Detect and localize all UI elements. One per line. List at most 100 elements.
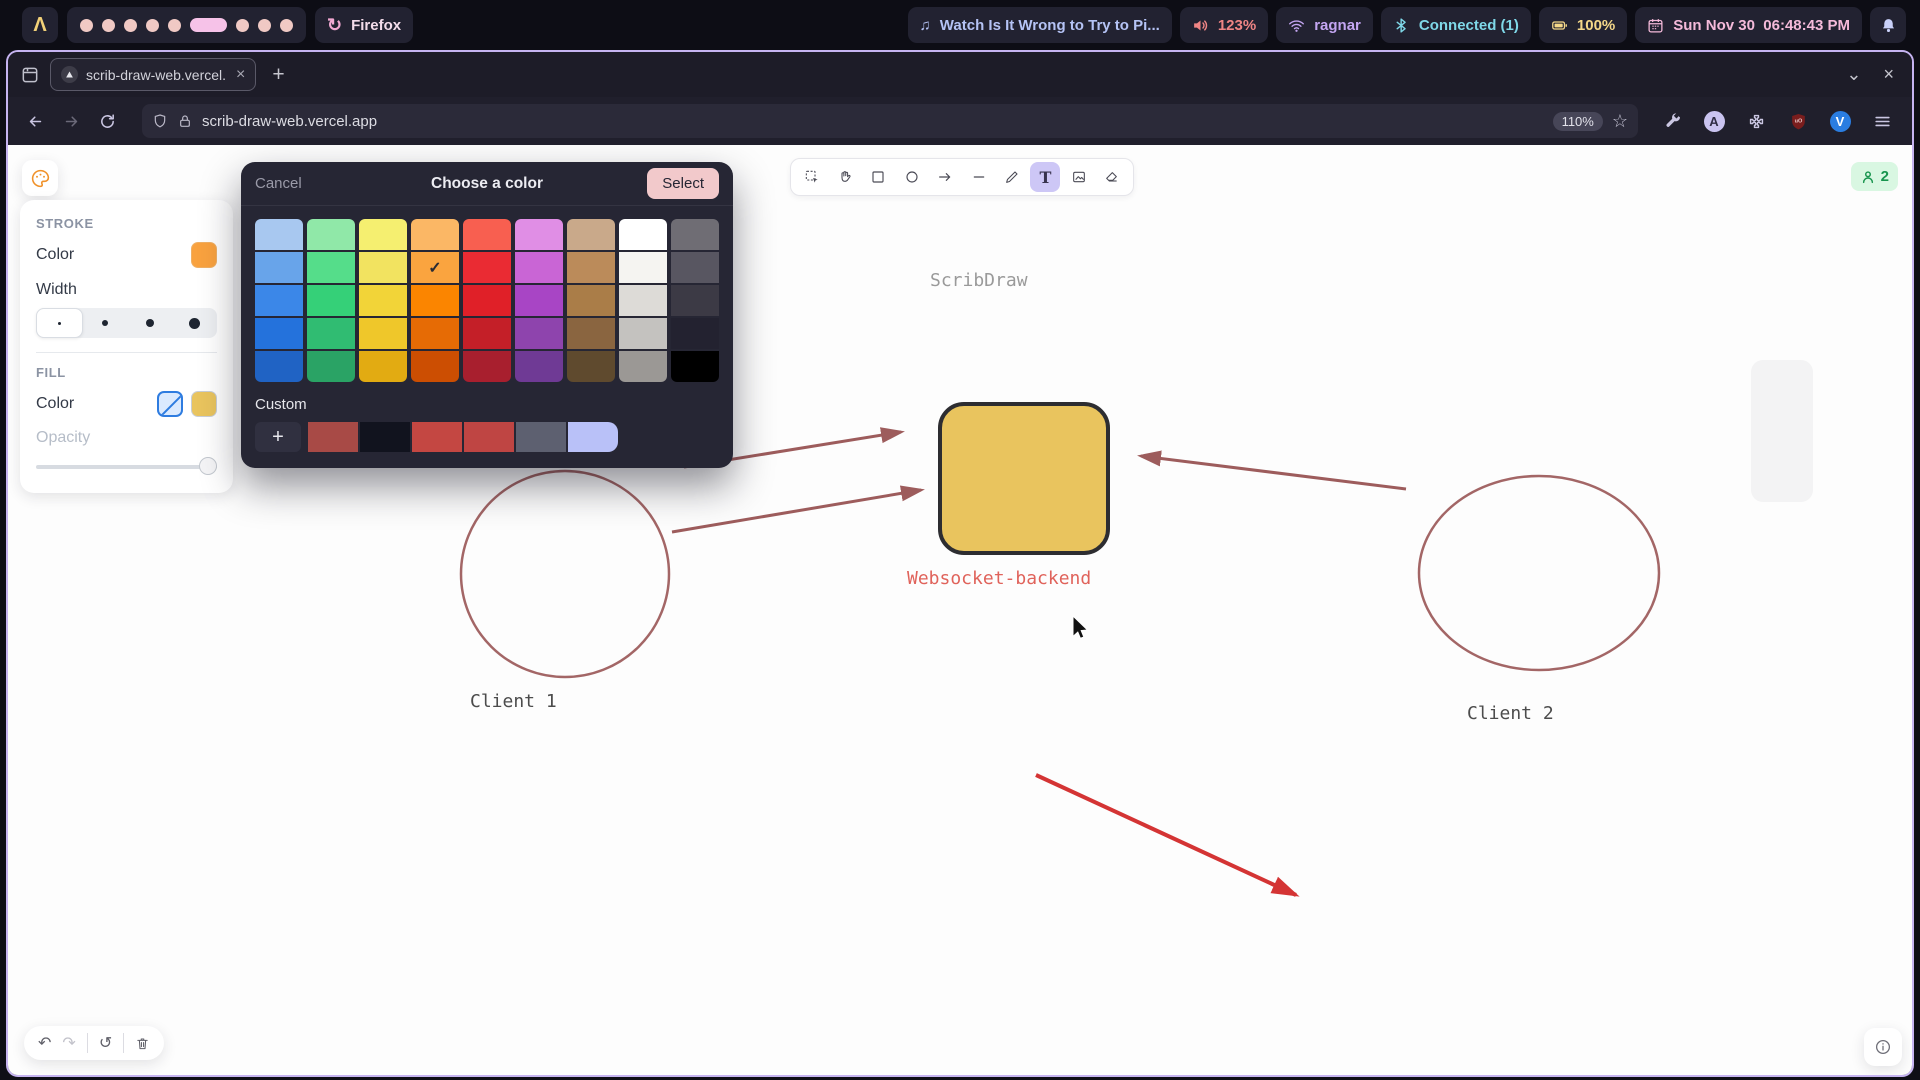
browser-tab[interactable]: scrib-draw-web.vercel.a × (50, 58, 256, 91)
palette-swatch[interactable] (671, 318, 719, 349)
palette-swatch[interactable] (255, 285, 303, 316)
workspace-dot[interactable] (124, 19, 137, 32)
menu-hamburger-icon[interactable] (1869, 108, 1895, 134)
custom-swatch[interactable] (412, 422, 462, 452)
list-tabs-chevron-icon[interactable]: ⌄ (1846, 64, 1861, 85)
extensions-puzzle-icon[interactable] (1743, 108, 1769, 134)
palette-swatch[interactable] (359, 318, 407, 349)
custom-swatch[interactable] (360, 422, 410, 452)
vimium-extension-icon[interactable]: V (1827, 108, 1853, 134)
client2-label[interactable]: Client 2 (1467, 703, 1554, 724)
workspace-dot[interactable] (236, 19, 249, 32)
palette-swatch[interactable] (567, 285, 615, 316)
palette-swatch[interactable] (619, 252, 667, 283)
palette-swatch[interactable] (307, 219, 355, 250)
tool-circle[interactable] (897, 162, 927, 192)
palette-swatch[interactable] (567, 318, 615, 349)
tool-image[interactable] (1064, 162, 1094, 192)
palette-swatch[interactable] (515, 252, 563, 283)
custom-swatch[interactable] (308, 422, 358, 452)
reload-button[interactable] (92, 106, 122, 136)
palette-swatch[interactable] (619, 351, 667, 382)
page-zoom-badge[interactable]: 110% (1553, 112, 1603, 131)
custom-swatch[interactable] (464, 422, 514, 452)
stroke-width-option-2[interactable] (83, 308, 128, 338)
palette-swatch[interactable] (463, 219, 511, 250)
custom-swatch[interactable] (568, 422, 618, 452)
palette-swatch[interactable] (567, 351, 615, 382)
forward-button[interactable] (56, 106, 86, 136)
tool-hand[interactable] (830, 162, 860, 192)
wifi-widget[interactable]: ragnar (1276, 7, 1373, 43)
palette-swatch[interactable] (411, 318, 459, 349)
palette-swatch[interactable] (671, 351, 719, 382)
workspace-dot[interactable] (102, 19, 115, 32)
tool-eraser[interactable] (1097, 162, 1127, 192)
devtools-wrench-icon[interactable] (1659, 108, 1685, 134)
launcher-button[interactable]: Λ (22, 7, 58, 43)
palette-swatch[interactable] (515, 219, 563, 250)
palette-swatch[interactable] (567, 252, 615, 283)
redo-icon[interactable]: ↷ (62, 1033, 75, 1053)
palette-swatch[interactable] (411, 351, 459, 382)
bookmark-star-icon[interactable]: ☆ (1612, 111, 1628, 132)
palette-swatch[interactable] (463, 351, 511, 382)
new-tab-button[interactable]: + (266, 63, 290, 87)
palette-swatch[interactable] (307, 318, 355, 349)
palette-swatch[interactable] (359, 285, 407, 316)
palette-swatch[interactable] (255, 351, 303, 382)
palette-swatch[interactable] (671, 252, 719, 283)
palette-swatch[interactable] (359, 351, 407, 382)
palette-swatch[interactable] (619, 219, 667, 250)
reset-icon[interactable]: ↺ (99, 1033, 112, 1053)
url-text[interactable]: scrib-draw-web.vercel.app (202, 113, 1544, 130)
ghost-rectangle[interactable] (1751, 360, 1813, 502)
undo-icon[interactable]: ↶ (38, 1033, 51, 1053)
battery-widget[interactable]: 100% (1539, 7, 1627, 43)
palette-swatch[interactable] (411, 285, 459, 316)
palette-swatch[interactable] (411, 219, 459, 250)
palette-swatch[interactable] (671, 285, 719, 316)
palette-swatch-selected[interactable]: ✓ (411, 252, 459, 283)
workspace-dot[interactable] (280, 19, 293, 32)
palette-swatch[interactable] (515, 351, 563, 382)
palette-swatch[interactable] (619, 285, 667, 316)
select-button[interactable]: Select (647, 168, 719, 199)
canvas-title-text[interactable]: ScribDraw (930, 270, 1028, 291)
stroke-color-swatch[interactable] (191, 242, 217, 268)
palette-swatch[interactable] (359, 252, 407, 283)
add-custom-color-button[interactable]: + (255, 422, 301, 452)
shield-icon[interactable] (152, 113, 168, 129)
url-bar[interactable]: scrib-draw-web.vercel.app 110% ☆ (142, 104, 1638, 138)
fill-color-swatch[interactable] (191, 391, 217, 417)
palette-swatch[interactable] (515, 318, 563, 349)
workspace-dot[interactable] (146, 19, 159, 32)
scribdraw-canvas[interactable]: ScribDraw Websocket-backend Client 1 Cli… (8, 145, 1912, 1075)
workspace-dot[interactable] (168, 19, 181, 32)
websocket-backend-node[interactable] (938, 402, 1110, 555)
opacity-slider-knob[interactable] (199, 457, 217, 475)
fill-none-swatch[interactable] (157, 391, 183, 417)
tool-select[interactable] (797, 162, 827, 192)
account-extension-icon[interactable]: A (1701, 108, 1727, 134)
tool-pencil[interactable] (997, 162, 1027, 192)
palette-swatch[interactable] (515, 285, 563, 316)
palette-swatch[interactable] (307, 252, 355, 283)
palette-swatch[interactable] (463, 318, 511, 349)
opacity-slider[interactable] (36, 457, 217, 475)
tool-arrow[interactable] (930, 162, 960, 192)
stroke-width-option-1[interactable] (36, 308, 83, 338)
stroke-width-option-3[interactable] (128, 308, 173, 338)
workspace-active[interactable] (190, 18, 227, 32)
bluetooth-widget[interactable]: Connected (1) (1381, 7, 1531, 43)
tab-manager-icon[interactable] (20, 65, 40, 85)
tool-line[interactable] (964, 162, 994, 192)
palette-swatch[interactable] (255, 318, 303, 349)
workspace-dot[interactable] (258, 19, 271, 32)
ublock-origin-icon[interactable]: uO (1785, 108, 1811, 134)
palette-swatch[interactable] (255, 252, 303, 283)
notifications-button[interactable] (1870, 7, 1906, 43)
stroke-width-option-4[interactable] (172, 308, 217, 338)
media-widget[interactable]: ♫ Watch Is It Wrong to Try to Pi... (908, 7, 1172, 43)
palette-swatch[interactable] (671, 219, 719, 250)
